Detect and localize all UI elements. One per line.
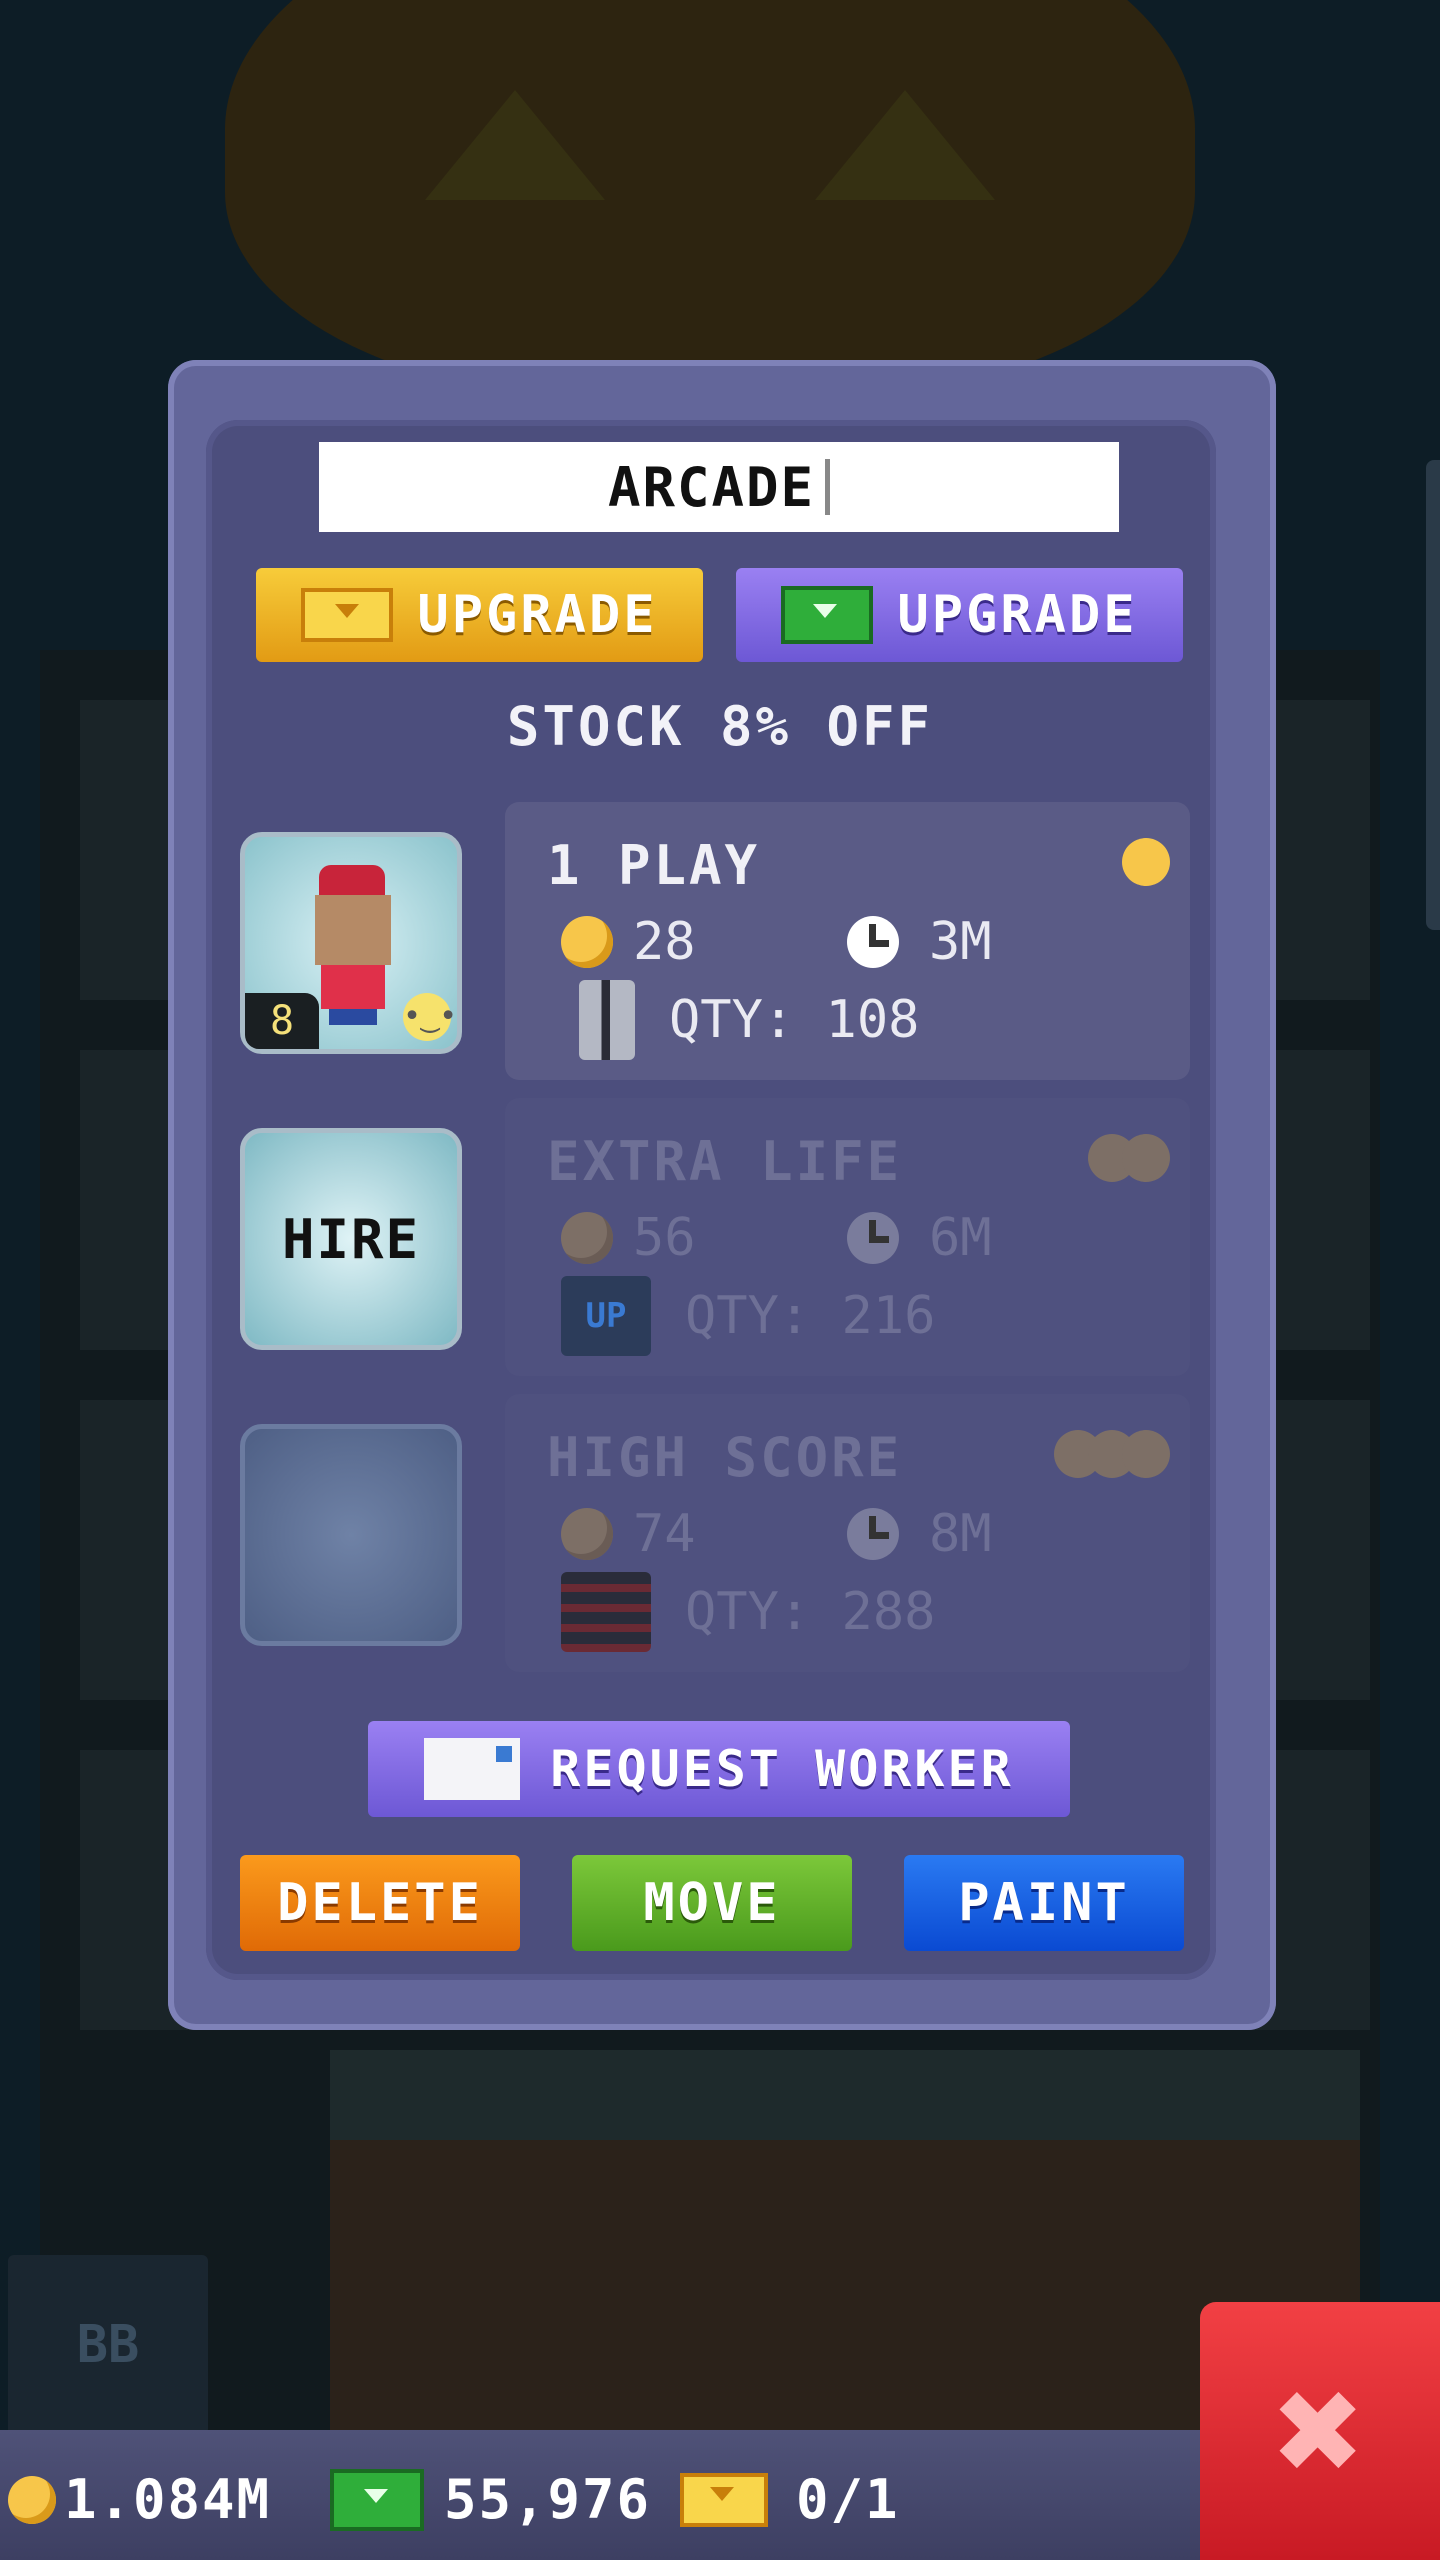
close-button[interactable]: ✖ xyxy=(1200,2302,1440,2560)
stock-discount-text: STOCK 8% OFF xyxy=(506,695,934,758)
golden-ticket-icon xyxy=(680,2472,768,2527)
upgrade-with-bux-button[interactable]: UPGRADE xyxy=(736,568,1183,662)
upgrade-bux-label: UPGRADE xyxy=(897,585,1138,645)
pumpkin-eye xyxy=(815,90,995,200)
tier-coins-icon xyxy=(1088,1134,1170,1182)
clock-icon xyxy=(847,1212,899,1264)
product-quantity: QTY: 288 xyxy=(561,1572,935,1652)
qty-value: QTY: 216 xyxy=(685,1286,936,1346)
text-caret xyxy=(825,459,831,515)
coin-icon xyxy=(561,916,613,968)
hire-worker-slot[interactable]: HIRE xyxy=(240,1128,462,1350)
product-cost: 74 xyxy=(561,1504,696,1564)
qty-value: QTY: 108 xyxy=(669,990,920,1050)
product-name: 1 PLAY xyxy=(547,834,761,897)
product-quantity: UP QTY: 216 xyxy=(561,1276,935,1356)
coins-balance: 1.084M xyxy=(8,2468,271,2531)
request-worker-label: REQUEST WORKER xyxy=(550,1740,1014,1798)
bux-balance: 55,976 xyxy=(330,2468,651,2531)
product-name: HIGH SCORE xyxy=(547,1426,903,1489)
coin-icon xyxy=(8,2475,56,2524)
happy-face-icon: •‿• xyxy=(403,993,457,1041)
upgrade-coin-label: UPGRADE xyxy=(417,585,658,645)
qty-value: QTY: 288 xyxy=(685,1582,936,1642)
time-value: 6M xyxy=(929,1208,992,1268)
arcade-token-icon xyxy=(579,980,635,1060)
product-time: 8M xyxy=(847,1504,992,1564)
upgrade-with-coins-button[interactable]: UPGRADE xyxy=(256,568,703,662)
tier-coins-icon xyxy=(1054,1430,1170,1478)
delete-button[interactable]: DELETE xyxy=(240,1855,520,1951)
high-score-board-icon xyxy=(561,1572,651,1652)
extra-life-icon: UP xyxy=(561,1276,651,1356)
move-label: MOVE xyxy=(643,1873,781,1933)
product-name: EXTRA LIFE xyxy=(547,1130,903,1193)
vip-tickets: 0/1 xyxy=(680,2468,900,2531)
coin-icon xyxy=(561,1212,613,1264)
room-name-text: ARCADE xyxy=(607,455,816,519)
clock-icon xyxy=(847,1508,899,1560)
coin-icon xyxy=(561,1508,613,1560)
product-time: 6M xyxy=(847,1208,992,1268)
coins-value: 1.084M xyxy=(64,2468,272,2531)
paint-label: PAINT xyxy=(958,1873,1130,1933)
clock-icon xyxy=(847,916,899,968)
paint-button[interactable]: PAINT xyxy=(904,1855,1184,1951)
product-row-2: EXTRA LIFE 56 6M UP QTY: 216 xyxy=(505,1098,1190,1376)
request-worker-button[interactable]: REQUEST WORKER xyxy=(368,1721,1070,1817)
product-quantity: QTY: 108 xyxy=(561,980,919,1060)
close-icon: ✖ xyxy=(1274,2344,1366,2518)
mail-icon xyxy=(424,1738,521,1800)
pumpkin-eye xyxy=(425,90,605,200)
product-row-1[interactable]: 1 PLAY 28 3M QTY: 108 xyxy=(505,802,1190,1080)
cost-value: 56 xyxy=(633,1208,696,1268)
bux-value: 55,976 xyxy=(444,2468,652,2531)
product-cost: 56 xyxy=(561,1208,696,1268)
cost-value: 74 xyxy=(633,1504,696,1564)
product-row-3: HIGH SCORE 74 8M QTY: 288 xyxy=(505,1394,1190,1672)
delete-label: DELETE xyxy=(277,1873,483,1933)
worker-slot-1[interactable]: 8 •‿• xyxy=(240,832,462,1054)
tower-bux-icon xyxy=(781,586,874,644)
worker-avatar xyxy=(305,865,401,1025)
product-cost: 28 xyxy=(561,912,696,972)
film-studio-floor-header xyxy=(330,2050,1360,2140)
locked-worker-slot xyxy=(240,1424,462,1646)
hire-label: HIRE xyxy=(281,1207,421,1271)
tier-coins-icon xyxy=(1122,838,1170,886)
golden-ticket-icon xyxy=(301,588,394,642)
time-value: 3M xyxy=(929,912,992,972)
worker-level-badge: 8 xyxy=(245,993,319,1049)
vip-value: 0/1 xyxy=(796,2468,900,2531)
pumpkin-decoration xyxy=(225,0,1195,400)
time-value: 8M xyxy=(929,1504,992,1564)
room-name-input[interactable]: ARCADE xyxy=(319,442,1119,532)
elevator-button: BB xyxy=(8,2255,208,2435)
cost-value: 28 xyxy=(633,912,696,972)
product-time: 3M xyxy=(847,912,992,972)
tower-bux-icon xyxy=(330,2468,424,2531)
move-button[interactable]: MOVE xyxy=(572,1855,852,1951)
